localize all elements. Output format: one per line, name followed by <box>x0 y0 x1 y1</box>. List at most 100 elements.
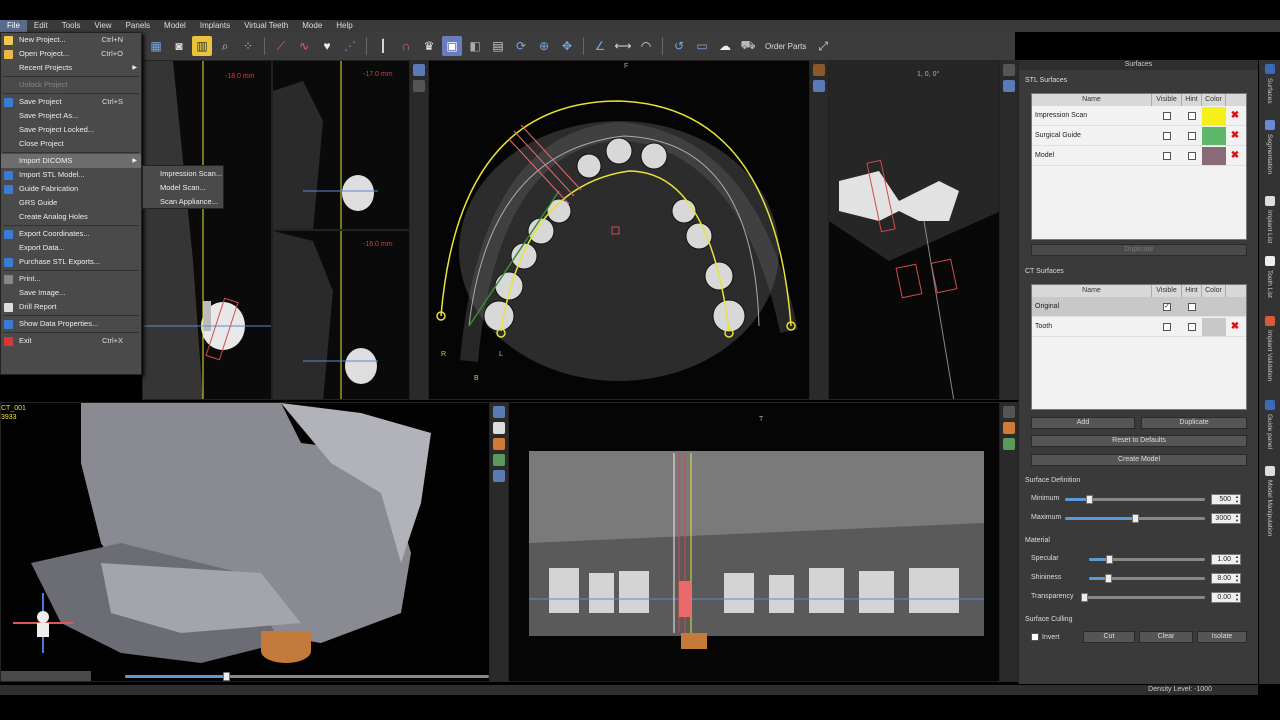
file-menu-item[interactable]: Unlock Project <box>1 78 141 92</box>
tab-model-manipulation[interactable]: Model Manipulation <box>1259 466 1280 536</box>
visible-checkbox[interactable] <box>1163 151 1171 160</box>
rotate-icon[interactable]: ⟳ <box>511 36 531 56</box>
hint-checkbox[interactable] <box>1188 322 1196 331</box>
spin-arrows-icon[interactable]: ▲ ▼ <box>1235 592 1239 602</box>
file-menu-item[interactable]: Drill Report <box>1 300 141 314</box>
invert-checkbox-row[interactable]: Invert <box>1031 633 1060 641</box>
hint-checkbox[interactable] <box>1188 111 1196 120</box>
cross-section-viewport-1[interactable]: -18.0 mm <box>142 60 272 400</box>
file-menu-item[interactable]: Open Project... Ctrl+O <box>1 47 141 61</box>
zoom-icon[interactable]: ⌕ <box>215 36 235 56</box>
grid-layout-icon[interactable]: ▦ <box>146 36 166 56</box>
contrast-icon[interactable]: ◧ <box>465 36 485 56</box>
maximum-spinbox[interactable]: 3000 ▲ ▼ <box>1211 513 1241 524</box>
tab-guide-panel[interactable]: Guide panel <box>1259 400 1280 449</box>
panoramic-viewport[interactable]: T <box>508 402 1000 682</box>
specular-spinbox[interactable]: 1.00 ▲ ▼ <box>1211 554 1241 565</box>
import-submenu-item[interactable]: Impression Scan... <box>143 167 223 181</box>
tab-surfaces[interactable]: Surfaces <box>1259 64 1280 104</box>
surface-view-icon[interactable] <box>493 470 505 482</box>
minimum-spinbox[interactable]: 500 ▲ ▼ <box>1211 494 1241 505</box>
hint-checkbox[interactable] <box>1188 131 1196 140</box>
file-menu-item[interactable]: Guide Fabrication <box>1 182 141 196</box>
table-row[interactable]: Impression Scan ✖ <box>1032 106 1246 126</box>
draw-nerve-icon[interactable]: ⟋ <box>271 36 291 56</box>
tooth-icon[interactable]: ♥ <box>317 36 337 56</box>
clear-button[interactable]: Clear <box>1139 631 1193 643</box>
visible-checkbox[interactable]: ✓ <box>1163 302 1171 311</box>
cloud-upload-icon[interactable]: ☁ <box>715 36 735 56</box>
color-swatch[interactable] <box>1202 126 1226 145</box>
menu-virtual-teeth[interactable]: Virtual Teeth <box>237 20 295 32</box>
distance-measure-icon[interactable]: ⟷ <box>613 36 633 56</box>
menu-implants[interactable]: Implants <box>193 20 237 32</box>
shininess-slider[interactable] <box>1089 574 1205 583</box>
sinus-curve-icon[interactable]: ∩ <box>396 36 416 56</box>
menu-view[interactable]: View <box>87 20 118 32</box>
spin-arrows-icon[interactable]: ▲ ▼ <box>1235 573 1239 583</box>
transparency-slider[interactable] <box>1081 593 1205 602</box>
file-menu-item[interactable]: Exit Ctrl+X <box>1 334 141 348</box>
layer-icon[interactable] <box>413 80 425 92</box>
duplicate-ct-button[interactable]: Duplicate <box>1141 417 1247 429</box>
tab-tooth-list[interactable]: Tooth List <box>1259 256 1280 298</box>
specular-slider[interactable] <box>1089 555 1205 564</box>
menu-edit[interactable]: Edit <box>27 20 55 32</box>
implant-icon[interactable]: ┃ <box>373 36 393 56</box>
import-submenu-item[interactable]: Model Scan... <box>143 181 223 195</box>
duplicate-stl-button[interactable]: Duplicate <box>1031 244 1247 256</box>
hint-checkbox[interactable] <box>1188 302 1196 311</box>
menu-panels[interactable]: Panels <box>119 20 157 32</box>
tab-segmentation[interactable]: Segmentation <box>1259 120 1280 174</box>
spin-arrows-icon[interactable]: ▲ ▼ <box>1235 513 1239 523</box>
settings-panel-icon[interactable]: ▭ <box>692 36 712 56</box>
file-menu-item[interactable]: Save Project Locked... <box>1 123 141 137</box>
file-menu-item[interactable]: Import DICOMS ▶ <box>1 154 141 168</box>
3d-clip-slider[interactable] <box>125 672 489 681</box>
cross-section-viewport-2[interactable]: -17.0 mm <box>272 60 410 230</box>
hint-checkbox[interactable] <box>1188 151 1196 160</box>
nerve-curve-icon[interactable]: ∿ <box>294 36 314 56</box>
skull-icon[interactable] <box>493 422 505 434</box>
visible-checkbox[interactable] <box>1163 322 1171 331</box>
table-row[interactable]: Surgical Guide ✖ <box>1032 126 1246 146</box>
reset-view-icon[interactable]: ↺ <box>669 36 689 56</box>
delete-icon[interactable]: ✖ <box>1226 150 1244 161</box>
menu-model[interactable]: Model <box>157 20 193 32</box>
table-row[interactable]: Original ✓ <box>1032 297 1246 317</box>
minimum-slider[interactable] <box>1065 495 1205 504</box>
zoom-view-icon[interactable]: ⊕ <box>534 36 554 56</box>
spin-arrows-icon[interactable]: ▲ ▼ <box>1235 494 1239 504</box>
fullscreen-icon[interactable]: ⤢ <box>813 36 833 56</box>
file-menu-item[interactable]: Print... <box>1 272 141 286</box>
curve-points-icon[interactable]: ⋰ <box>340 36 360 56</box>
color-swatch[interactable] <box>1202 106 1226 125</box>
camera-icon[interactable]: ◙ <box>169 36 189 56</box>
cut-button[interactable]: Cut <box>1083 631 1135 643</box>
crown-icon[interactable]: ♛ <box>419 36 439 56</box>
delete-icon[interactable]: ✖ <box>1226 321 1244 332</box>
create-model-button[interactable]: Create Model <box>1031 454 1247 466</box>
color-swatch[interactable] <box>1202 297 1226 316</box>
nerve-dots-icon[interactable]: ⁘ <box>238 36 258 56</box>
layer-icon[interactable] <box>1003 64 1015 76</box>
3d-view-select[interactable] <box>1 671 91 681</box>
table-row[interactable]: Tooth ✖ <box>1032 317 1246 337</box>
add-surface-button[interactable]: Add <box>1031 417 1135 429</box>
file-menu-item[interactable]: Recent Projects ▶ <box>1 61 141 75</box>
file-menu-item[interactable]: Import STL Model... <box>1 168 141 182</box>
view-toggle-icon[interactable] <box>413 64 425 76</box>
file-menu-item[interactable]: Create Analog Holes <box>1 210 141 224</box>
reset-defaults-button[interactable]: Reset to Defaults <box>1031 435 1247 447</box>
delete-icon[interactable]: ✖ <box>1226 130 1244 141</box>
visible-checkbox[interactable] <box>1163 111 1171 120</box>
menu-mode[interactable]: Mode <box>295 20 329 32</box>
sagittal-viewport[interactable]: 1, 0, 0° <box>828 60 1000 400</box>
layer-icon[interactable] <box>1003 406 1015 418</box>
file-menu-item[interactable]: GRS Guide <box>1 196 141 210</box>
angle-measure-icon[interactable]: ∠ <box>590 36 610 56</box>
cross-section-viewport-3[interactable]: -16.0 mm <box>272 230 410 400</box>
axial-viewport[interactable]: F R L B <box>428 60 810 400</box>
shininess-spinbox[interactable]: 8.00 ▲ ▼ <box>1211 573 1241 584</box>
visible-checkbox[interactable] <box>1163 131 1171 140</box>
